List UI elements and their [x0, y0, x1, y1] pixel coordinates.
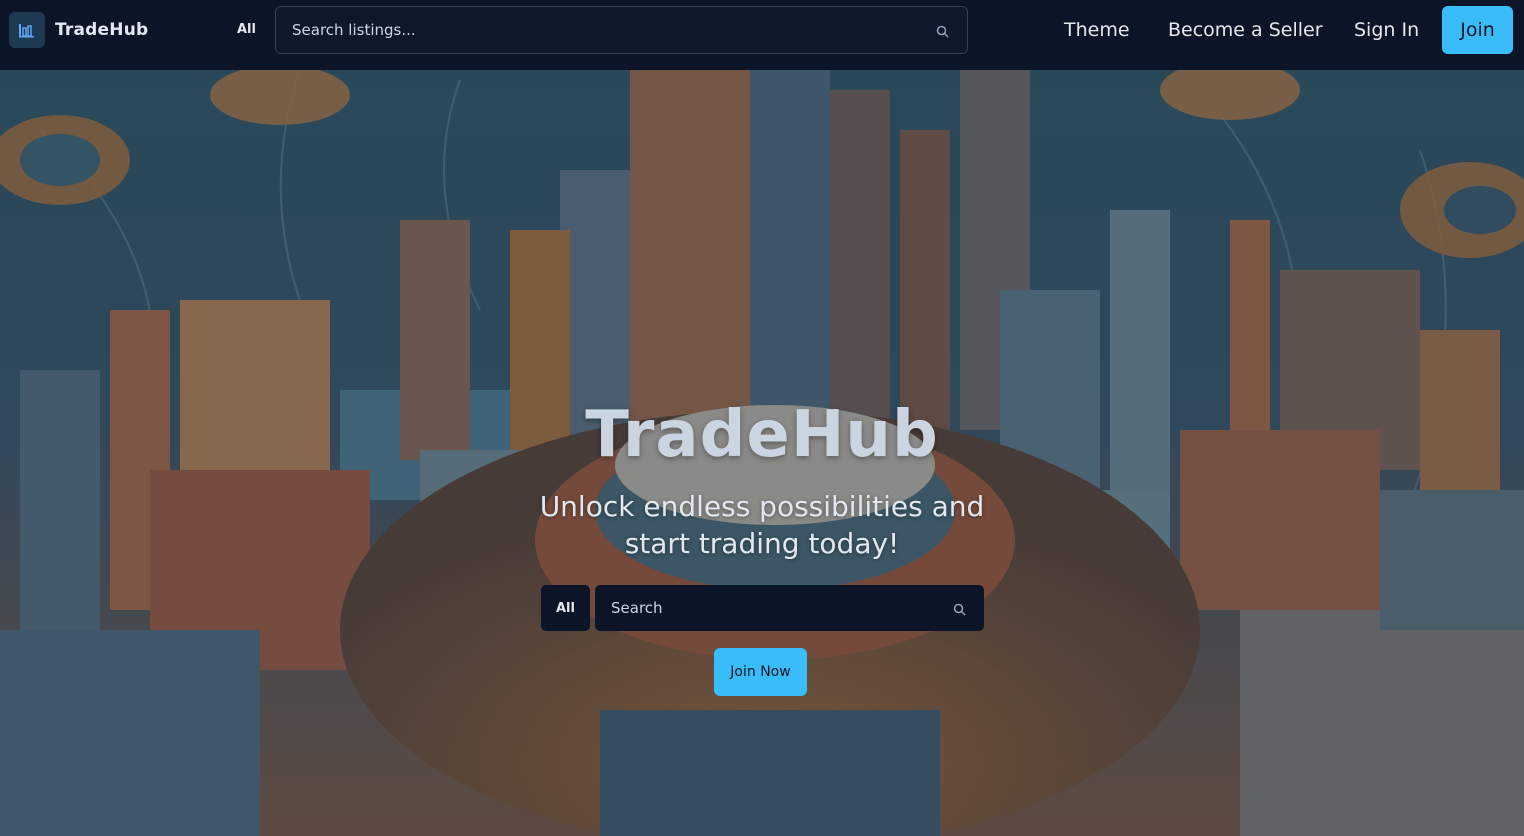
top-navbar: TradeHub All Theme Become a Seller Sign …	[0, 0, 1524, 70]
hero-title: TradeHub	[585, 398, 939, 472]
logo-icon[interactable]	[9, 12, 45, 48]
hero-section: TradeHub Unlock endless possibilities an…	[0, 70, 1524, 836]
header-search-box	[275, 6, 968, 54]
hero-search-input[interactable]	[611, 585, 931, 631]
brand-name[interactable]: TradeHub	[55, 20, 148, 40]
category-select[interactable]: All	[237, 22, 256, 37]
become-seller-link[interactable]: Become a Seller	[1168, 19, 1323, 41]
join-button[interactable]: Join	[1442, 6, 1513, 54]
sign-in-link[interactable]: Sign In	[1354, 19, 1419, 41]
search-icon[interactable]	[953, 601, 966, 620]
hero-category-select[interactable]: All	[541, 585, 590, 631]
header-search-input[interactable]	[292, 7, 922, 53]
theme-link[interactable]: Theme	[1064, 19, 1130, 41]
hero-subtitle: Unlock endless possibilities and start t…	[539, 490, 985, 560]
hero-search-box	[595, 585, 984, 631]
join-now-button[interactable]: Join Now	[714, 648, 807, 696]
search-icon[interactable]	[936, 23, 949, 42]
